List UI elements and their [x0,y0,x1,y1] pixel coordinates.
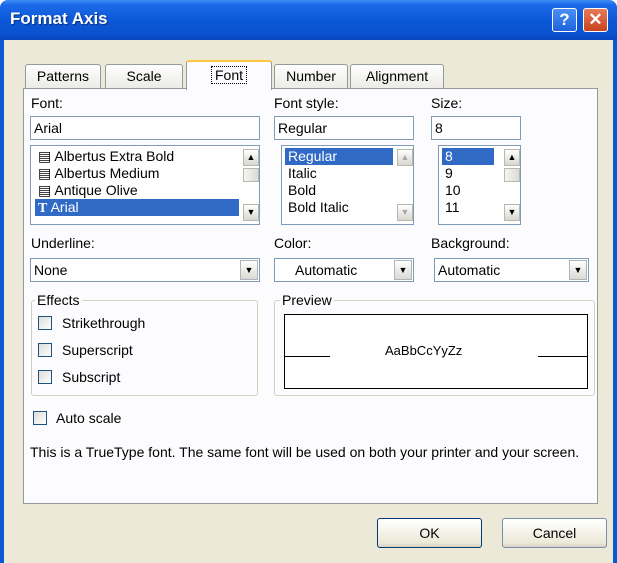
font-style-scrollbar[interactable]: ▲ ▼ [396,146,413,224]
scroll-up-icon[interactable]: ▲ [243,149,259,166]
ok-button[interactable]: OK [377,518,482,548]
printer-font-icon: ▤ [38,148,55,164]
list-item[interactable]: 10 [442,182,494,199]
list-item[interactable]: 9 [442,165,494,182]
list-item-selected[interactable]: T Arial [35,199,239,216]
font-style-input[interactable]: Regular [274,116,414,140]
tab-label: Alignment [365,68,429,84]
list-item[interactable]: ▤ Antique Olive [35,182,239,199]
help-icon: ? [559,10,570,29]
list-item[interactable]: Bold Italic [285,199,393,216]
scroll-down-icon[interactable]: ▼ [504,204,520,221]
font-item-label: Albertus Extra Bold [54,148,175,164]
cancel-button[interactable]: Cancel [502,518,607,548]
background-label: Background: [431,235,510,251]
color-label: Color: [274,235,312,251]
font-item-label: Arial [50,199,79,215]
list-item[interactable]: ▤ Albertus Medium [35,165,239,182]
superscript-checkbox[interactable] [38,343,52,357]
preview-label: Preview [280,292,334,308]
background-select[interactable]: Automatic ▼ [434,258,589,282]
effects-label: Effects [35,292,82,308]
list-item-selected[interactable]: 8 [442,148,494,165]
font-list-scrollbar[interactable]: ▲ ▼ [242,146,259,224]
font-style-listbox[interactable]: Regular Italic Bold Bold Italic ▲ ▼ [281,145,414,225]
tab-patterns[interactable]: Patterns [25,64,101,88]
size-listbox[interactable]: 8 9 10 11 ▲ ▼ [438,145,521,225]
font-listbox[interactable]: ▤ Albertus Extra Bold ▤ Albertus Medium … [30,145,260,225]
tab-label: Patterns [36,68,90,84]
list-item[interactable]: Italic [285,165,393,182]
tab-label: Scale [126,68,162,84]
font-label: Font: [31,95,63,111]
help-button[interactable]: ? [552,8,577,32]
tab-scale[interactable]: Scale [105,64,183,88]
superscript-label: Superscript [62,342,133,358]
list-item[interactable]: ▤ Albertus Extra Bold [35,148,239,165]
font-info-text: This is a TrueType font. The same font w… [30,444,580,460]
scroll-up-icon[interactable]: ▲ [504,149,520,166]
title-bar[interactable]: Format Axis ? ✕ [0,0,617,40]
scroll-down-icon[interactable]: ▼ [243,204,259,221]
underline-value: None [34,262,68,278]
font-item-label: Antique Olive [54,182,138,198]
close-button[interactable]: ✕ [583,8,608,32]
close-icon: ✕ [588,10,603,29]
tab-number[interactable]: Number [274,64,348,88]
dialog-title: Format Axis [10,9,108,28]
preview-baseline-right [538,356,588,357]
font-style-label: Font style: [274,95,339,111]
preview-sample-text: AaBbCcYyZz [385,343,463,358]
auto-scale-checkbox[interactable] [33,411,47,425]
color-value: Automatic [295,262,358,278]
subscript-checkbox[interactable] [38,370,52,384]
auto-scale-label: Auto scale [56,410,122,426]
printer-font-icon: ▤ [38,165,55,181]
list-item[interactable]: Bold [285,182,393,199]
tab-alignment[interactable]: Alignment [350,64,444,88]
underline-label: Underline: [31,235,95,251]
scroll-thumb[interactable] [504,168,520,182]
subscript-label: Subscript [62,369,121,385]
scroll-up-icon[interactable]: ▲ [397,149,413,166]
color-select[interactable]: Automatic ▼ [274,258,414,282]
size-scrollbar[interactable]: ▲ ▼ [503,146,520,224]
list-item-selected[interactable]: Regular [285,148,393,165]
chevron-down-icon[interactable]: ▼ [569,260,587,280]
preview-baseline-left [285,356,330,357]
chevron-down-icon[interactable]: ▼ [394,260,412,280]
font-input[interactable]: Arial [30,116,260,140]
underline-select[interactable]: None ▼ [30,258,260,282]
tab-font[interactable]: Font [186,60,272,90]
strikethrough-label: Strikethrough [62,315,146,331]
tab-label: Number [286,68,336,84]
tab-label: Font [210,66,247,84]
background-value: Automatic [438,262,501,278]
truetype-font-icon: T [38,201,51,216]
chevron-down-icon[interactable]: ▼ [240,260,258,280]
size-label: Size: [431,95,463,111]
scroll-down-icon[interactable]: ▼ [397,204,413,221]
strikethrough-checkbox[interactable] [38,316,52,330]
list-item[interactable]: 11 [442,199,494,216]
scroll-thumb[interactable] [243,168,259,182]
printer-font-icon: ▤ [38,182,55,198]
font-item-label: Albertus Medium [54,165,160,181]
size-input[interactable]: 8 [431,116,521,140]
